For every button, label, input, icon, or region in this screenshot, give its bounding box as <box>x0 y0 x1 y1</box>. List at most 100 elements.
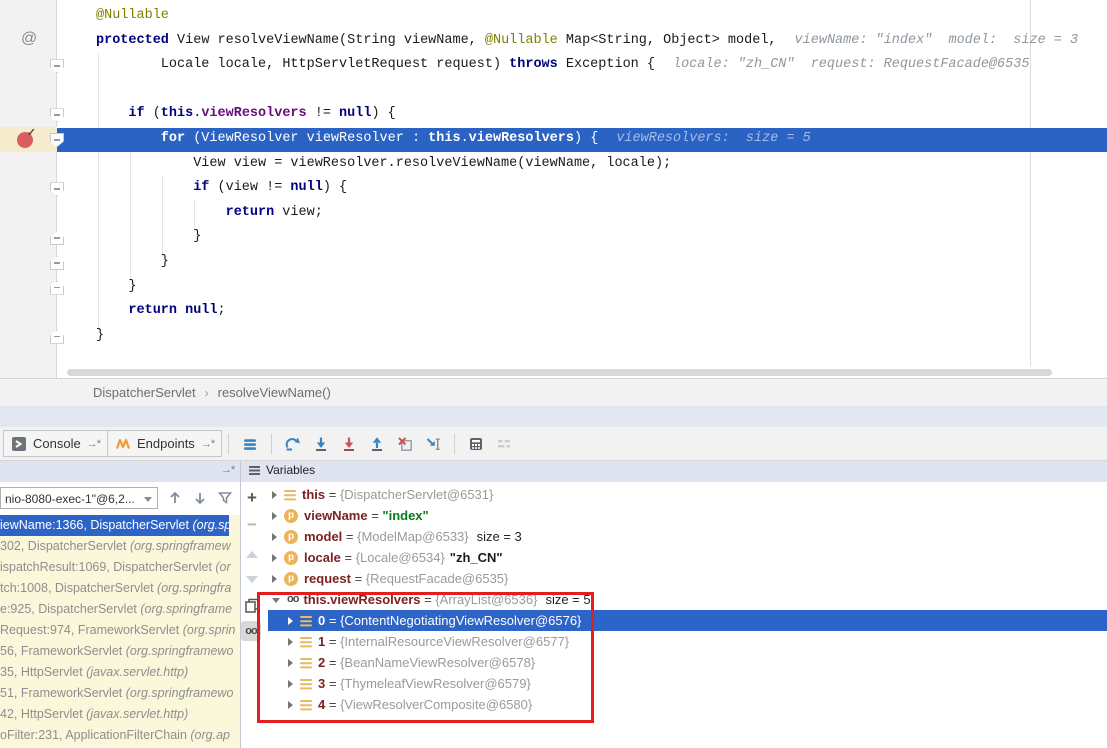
code-line: @Nullable <box>96 4 169 29</box>
variable-row-1[interactable]: 1 = {InternalResourceViewResolver@6577} <box>268 631 1107 652</box>
variable-row-this[interactable]: this = {DispatcherServlet@6531} <box>268 484 1107 505</box>
frame-package: (javax.servlet.http) <box>86 665 188 679</box>
move-up-icon[interactable] <box>242 544 262 564</box>
toolbar-separator <box>228 434 229 454</box>
variable-row-3[interactable]: 3 = {ThymeleafViewResolver@6579} <box>268 673 1107 694</box>
chevron-right-icon[interactable] <box>288 701 293 709</box>
variable-name: 3 <box>318 676 325 691</box>
chevron-right-icon[interactable] <box>272 491 277 499</box>
duplicate-icon[interactable] <box>242 595 262 615</box>
variable-value: {InternalResourceViewResolver@6577} <box>340 634 569 649</box>
panel-splitter[interactable] <box>240 461 241 748</box>
horizontal-scrollbar[interactable] <box>67 369 1052 376</box>
equals-sign: = <box>351 571 366 586</box>
execution-code-line: for (ViewResolver viewResolver : this.vi… <box>161 127 811 152</box>
variable-value: {ThymeleafViewResolver@6579} <box>340 676 531 691</box>
frame-row[interactable]: Request:974, FrameworkServlet (org.sprin <box>0 620 240 641</box>
frame-package: (org.springfra <box>157 581 231 595</box>
chevron-right-icon[interactable] <box>272 575 277 583</box>
frame-row[interactable]: 42, HttpServlet (javax.servlet.http) <box>0 704 240 725</box>
code-line: } <box>161 250 169 275</box>
variable-row-4[interactable]: 4 = {ViewResolverComposite@6580} <box>268 694 1107 715</box>
chevron-right-icon[interactable] <box>288 680 293 688</box>
filter-frames-icon[interactable] <box>215 487 235 509</box>
chevron-right-icon[interactable] <box>272 554 277 562</box>
variable-row-model[interactable]: pmodel = {ModelMap@6533}size = 3 <box>268 526 1107 547</box>
frame-package: (or <box>215 560 230 574</box>
inline-debugger-hint: viewName: "index" model: size = 3 <box>795 33 1079 48</box>
variable-tostring: "zh_CN" <box>450 550 503 565</box>
variable-row-this-viewResolvers[interactable]: oothis.viewResolvers = {ArrayList@6536}s… <box>268 589 1107 610</box>
chevron-right-icon[interactable] <box>272 533 277 541</box>
variable-string-value: "index" <box>382 508 428 523</box>
move-down-icon[interactable] <box>242 569 262 589</box>
chevron-right-icon[interactable] <box>288 659 293 667</box>
variable-row-viewName[interactable]: pviewName = "index" <box>268 505 1107 526</box>
frames-pin-icon[interactable]: →* <box>221 464 234 476</box>
variable-value: {ViewResolverComposite@6580} <box>340 697 532 712</box>
restore-layout-icon <box>496 436 512 452</box>
frame-location: 302, DispatcherServlet <box>0 539 130 553</box>
tab-console[interactable]: Console→* <box>3 430 108 457</box>
step-over-icon[interactable] <box>285 436 301 452</box>
variable-name: 0 <box>318 613 325 628</box>
watch-icon: oo <box>287 594 298 605</box>
breadcrumb-item[interactable]: DispatcherServlet <box>93 385 196 400</box>
show-execution-point-icon[interactable] <box>242 436 258 452</box>
force-step-into-icon[interactable] <box>341 436 357 452</box>
tab-endpoints[interactable]: Endpoints→* <box>107 430 222 457</box>
variable-row-locale[interactable]: plocale = {Locale@6534}"zh_CN" <box>268 547 1107 568</box>
next-frame-icon[interactable] <box>190 487 210 509</box>
debug-window-header <box>0 406 1107 427</box>
show-watches-icon[interactable]: oo <box>241 621 261 641</box>
code-line: if (this.viewResolvers != null) { <box>128 102 395 127</box>
indent-guide <box>162 176 163 257</box>
code-line: } <box>128 275 136 300</box>
tab-label: Endpoints <box>137 436 195 451</box>
frame-row[interactable]: e:925, DispatcherServlet (org.springfram… <box>0 599 240 620</box>
variables-tree: this = {DispatcherServlet@6531}pviewName… <box>268 484 1107 748</box>
step-into-icon[interactable] <box>313 436 329 452</box>
value-icon <box>300 615 312 627</box>
add-watch-icon[interactable]: + <box>242 488 262 508</box>
frame-row[interactable]: 302, DispatcherServlet (org.springframew <box>0 536 240 557</box>
frame-location: Request:974, FrameworkServlet <box>0 623 183 637</box>
parameter-icon: p <box>284 530 298 544</box>
code-editor[interactable]: @ @Nullableprotected View resolveViewNam… <box>0 0 1107 378</box>
variable-row-2[interactable]: 2 = {BeanNameViewResolver@6578} <box>268 652 1107 673</box>
previous-frame-icon[interactable] <box>165 487 185 509</box>
code-line: protected View resolveViewName(String vi… <box>96 29 1078 54</box>
frame-row[interactable]: 51, FrameworkServlet (org.springframewo <box>0 683 240 704</box>
drop-frame-icon[interactable] <box>397 436 413 452</box>
breadcrumb-item[interactable]: resolveViewName() <box>218 385 331 400</box>
variable-name: 2 <box>318 655 325 670</box>
frame-location: oFilter:231, ApplicationFilterChain <box>0 728 190 742</box>
frame-row[interactable]: tch:1008, DispatcherServlet (org.springf… <box>0 578 240 599</box>
frame-row[interactable]: iewName:1366, DispatcherServlet (org.sp <box>0 515 229 536</box>
remove-watch-icon[interactable]: − <box>242 515 262 535</box>
run-to-cursor-icon[interactable] <box>425 436 441 452</box>
chevron-down-icon[interactable] <box>272 598 280 603</box>
step-out-icon[interactable] <box>369 436 385 452</box>
chevron-right-icon[interactable] <box>288 617 293 625</box>
thread-selector[interactable]: nio-8080-exec-1"@6,2... <box>0 487 158 509</box>
frame-row[interactable]: ispatchResult:1069, DispatcherServlet (o… <box>0 557 240 578</box>
breakpoint-icon[interactable] <box>17 132 33 148</box>
frame-row[interactable]: 35, HttpServlet (javax.servlet.http) <box>0 662 240 683</box>
frame-row[interactable]: 56, FrameworkServlet (org.springframewo <box>0 641 240 662</box>
variable-row-0[interactable]: 0 = {ContentNegotiatingViewResolver@6576… <box>268 610 1107 631</box>
evaluate-expression-icon[interactable] <box>468 436 484 452</box>
frame-location: ispatchResult:1069, DispatcherServlet <box>0 560 215 574</box>
variable-row-request[interactable]: prequest = {RequestFacade@6535} <box>268 568 1107 589</box>
value-icon <box>284 489 296 501</box>
chevron-right-icon[interactable] <box>288 638 293 646</box>
frame-location: tch:1008, DispatcherServlet <box>0 581 157 595</box>
variable-value: {ContentNegotiatingViewResolver@6576} <box>340 613 581 628</box>
variable-value: {DispatcherServlet@6531} <box>340 487 493 502</box>
frame-row[interactable]: oFilter:231, ApplicationFilterChain (org… <box>0 725 240 746</box>
code-line: View view = viewResolver.resolveViewName… <box>193 152 671 177</box>
variable-name: request <box>304 571 351 586</box>
chevron-right-icon[interactable] <box>272 512 277 520</box>
value-icon <box>300 657 312 669</box>
frame-location: iewName:1366, DispatcherServlet <box>0 518 192 532</box>
